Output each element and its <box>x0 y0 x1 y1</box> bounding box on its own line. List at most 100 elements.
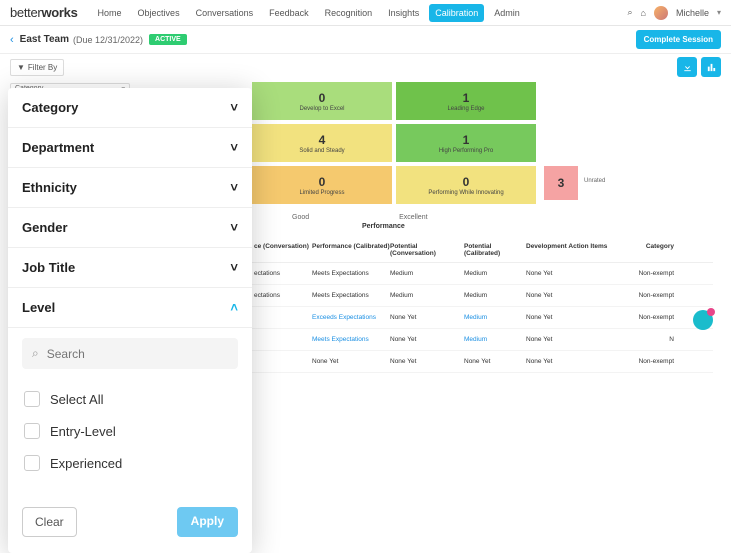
table-row[interactable]: Meets ExpectationsNone YetMediumNone Yet… <box>252 329 713 351</box>
grid-cell[interactable]: 1Leading Edge <box>396 82 536 120</box>
cell: None Yet <box>312 358 390 365</box>
nav-right: ⌕ ⌂ Michelle ▾ <box>627 6 721 20</box>
filter-section-department[interactable]: Department˅ <box>8 128 252 168</box>
avatar[interactable] <box>654 6 668 20</box>
chevron-down-icon: ˅ <box>230 100 238 115</box>
filter-section-ethnicity[interactable]: Ethnicity˅ <box>8 168 252 208</box>
filter-section-gender[interactable]: Gender˅ <box>8 208 252 248</box>
checkbox[interactable] <box>24 423 40 439</box>
help-bubble[interactable] <box>693 310 713 330</box>
cell: Non-exempt <box>618 270 678 277</box>
cell: None Yet <box>390 314 464 321</box>
cell[interactable]: Meets Expectations <box>312 336 390 343</box>
col-header[interactable]: Performance (Calibrated) <box>312 243 390 257</box>
level-section-body: ⌕ Select AllEntry-LevelExperienced <box>8 328 252 479</box>
nav-objectives[interactable]: Objectives <box>132 4 186 22</box>
download-button[interactable] <box>677 57 697 77</box>
brand-logo: betterworks <box>10 5 78 20</box>
apply-button[interactable]: Apply <box>177 507 238 537</box>
cell: ectations <box>252 270 312 277</box>
chevron-down-icon: ˅ <box>230 260 238 275</box>
back-button[interactable]: ‹ <box>10 34 14 46</box>
filter-section-job-title[interactable]: Job Title˅ <box>8 248 252 288</box>
filter-option[interactable]: Select All <box>22 383 238 415</box>
grid-cell[interactable]: 0Limited Progress <box>252 166 392 204</box>
cell: None Yet <box>526 314 618 321</box>
chevron-down-icon: ˅ <box>230 180 238 195</box>
table-header: ce (Conversation)Performance (Calibrated… <box>252 238 713 263</box>
col-header[interactable]: Development Action Items <box>526 243 618 257</box>
cell: Medium <box>390 292 464 299</box>
notif-icon[interactable]: ⌂ <box>641 8 646 18</box>
chevron-down-icon: ˅ <box>230 220 238 235</box>
session-due: (Due 12/31/2022) <box>73 35 143 45</box>
nav-calibration[interactable]: Calibration <box>429 4 484 22</box>
cell: Medium <box>464 292 526 299</box>
user-name[interactable]: Michelle <box>676 8 709 18</box>
search-input[interactable] <box>47 347 228 361</box>
filter-option[interactable]: Experienced <box>22 447 238 479</box>
checkbox[interactable] <box>24 391 40 407</box>
cell: None Yet <box>526 358 618 365</box>
cell[interactable]: Medium <box>464 336 526 343</box>
nav-home[interactable]: Home <box>92 4 128 22</box>
table-row[interactable]: None YetNone YetNone YetNone YetNon-exem… <box>252 351 713 373</box>
filter-by-label: Filter By <box>28 63 57 72</box>
nav-conversations[interactable]: Conversations <box>190 4 260 22</box>
filter-section-category[interactable]: Category˅ <box>8 88 252 128</box>
search-icon[interactable]: ⌕ <box>627 7 632 18</box>
nav-admin[interactable]: Admin <box>488 4 526 22</box>
filter-panel: Category˅Department˅Ethnicity˅Gender˅Job… <box>8 88 252 553</box>
filter-options: Select AllEntry-LevelExperienced <box>22 383 238 479</box>
nav-feedback[interactable]: Feedback <box>263 4 315 22</box>
table-row[interactable]: ectationsMeets ExpectationsMediumMediumN… <box>252 263 713 285</box>
filter-search[interactable]: ⌕ <box>22 338 238 369</box>
session-header: ‹ East Team (Due 12/31/2022) ACTIVE Comp… <box>0 26 731 54</box>
table-row[interactable]: Exceeds ExpectationsNone YetMediumNone Y… <box>252 307 713 329</box>
nine-box-grid: 0Develop to Excel1Leading Edge4Solid and… <box>252 82 713 204</box>
cell: Meets Expectations <box>312 292 390 299</box>
session-title: East Team <box>20 34 69 45</box>
chevron-down-icon[interactable]: ▾ <box>717 8 721 17</box>
filter-accordion: Category˅Department˅Ethnicity˅Gender˅Job… <box>8 88 252 328</box>
cell: Medium <box>390 270 464 277</box>
chart-button[interactable] <box>701 57 721 77</box>
cell: N <box>618 336 678 343</box>
table-body: ectationsMeets ExpectationsMediumMediumN… <box>252 263 713 373</box>
table-row[interactable]: ectationsMeets ExpectationsMediumMediumN… <box>252 285 713 307</box>
x-axis-label: Performance <box>362 223 713 230</box>
cell: ectations <box>252 292 312 299</box>
cell: Non-exempt <box>618 358 678 365</box>
nav-recognition[interactable]: Recognition <box>319 4 379 22</box>
nav-insights[interactable]: Insights <box>382 4 425 22</box>
cell: None Yet <box>526 292 618 299</box>
grid-cell[interactable]: 4Solid and Steady <box>252 124 392 162</box>
col-header[interactable]: Category <box>618 243 678 257</box>
cell: None Yet <box>526 336 618 343</box>
checkbox[interactable] <box>24 455 40 471</box>
col-header[interactable]: Potential (Conversation) <box>390 243 464 257</box>
cell: Non-exempt <box>618 314 678 321</box>
top-nav: betterworks HomeObjectivesConversationsF… <box>0 0 731 26</box>
grid-cell[interactable]: 0Develop to Excel <box>252 82 392 120</box>
col-header[interactable]: Potential (Calibrated) <box>464 243 526 257</box>
nav-items: HomeObjectivesConversationsFeedbackRecog… <box>92 4 526 22</box>
filter-by-button[interactable]: ▼Filter By <box>10 59 64 76</box>
unrated-label: Unrated <box>584 178 605 184</box>
cell[interactable]: Exceeds Expectations <box>312 314 390 321</box>
col-header[interactable]: ce (Conversation) <box>252 243 312 257</box>
unrated-cell[interactable]: 3 <box>544 166 578 200</box>
grid-cell[interactable]: 1High Performing Pro <box>396 124 536 162</box>
clear-button[interactable]: Clear <box>22 507 77 537</box>
grid-cell[interactable]: 0Performing While Innovating <box>396 166 536 204</box>
cell: None Yet <box>526 270 618 277</box>
status-badge: ACTIVE <box>149 34 187 45</box>
cell[interactable]: Medium <box>464 314 526 321</box>
filter-section-level[interactable]: Level˄ <box>8 288 252 328</box>
data-table: ce (Conversation)Performance (Calibrated… <box>252 238 713 373</box>
axis-tick: Good <box>292 214 309 221</box>
search-icon: ⌕ <box>32 346 39 361</box>
action-row: ▼Filter By <box>0 54 731 80</box>
filter-option[interactable]: Entry-Level <box>22 415 238 447</box>
complete-session-button[interactable]: Complete Session <box>636 30 721 49</box>
